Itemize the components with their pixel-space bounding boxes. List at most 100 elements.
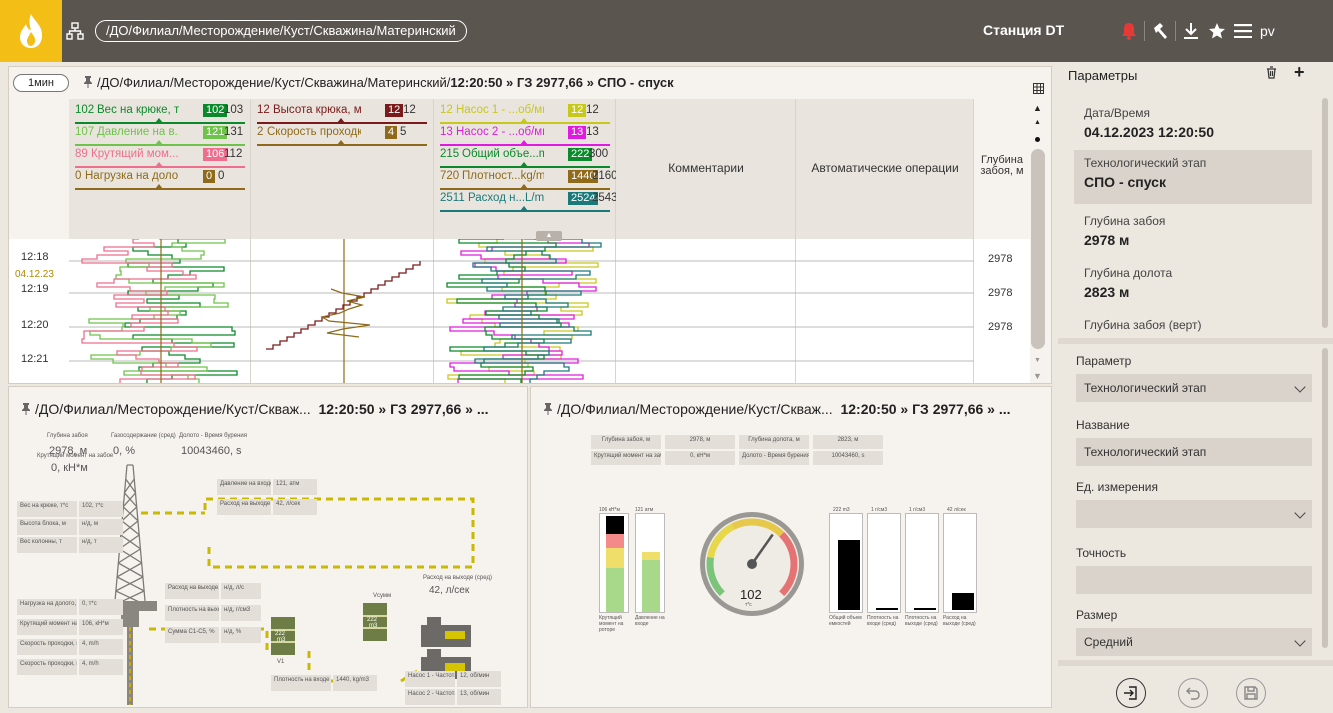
param-row[interactable]: 89Крутящий мом...кН*м106112	[75, 147, 245, 168]
scroll-top-icon[interactable]: ▲	[1033, 103, 1042, 113]
param-row[interactable]: 102Вес на крюке, т*с102103	[75, 103, 245, 124]
log-panel: 1мин /ДО/Филиал/Месторождение/Куст/Скваж…	[8, 66, 1052, 384]
collapse-header-button[interactable]: ▲	[536, 231, 562, 241]
scroll-stop-icon[interactable]	[1035, 137, 1040, 142]
diagram-label: Расход на выходе (сред)	[423, 575, 492, 581]
table-icon[interactable]	[1033, 81, 1044, 99]
tank-name: V1	[277, 659, 285, 665]
name-input[interactable]: Технологический этап	[1076, 438, 1312, 466]
log-scrollbar[interactable]	[1031, 149, 1045, 349]
param-row[interactable]: 13Насос 2 - ...об/мин1313	[440, 125, 610, 146]
bar-label: Крутящий момент на роторе	[599, 615, 624, 633]
undo-button[interactable]	[1178, 678, 1208, 708]
param-max: 103	[224, 104, 244, 116]
form-scrollbar[interactable]	[1322, 348, 1328, 648]
param-row[interactable]: 215Общий объе...m3222300	[440, 147, 610, 168]
tank-unit: m3	[369, 623, 378, 629]
menu-icon[interactable]	[1230, 18, 1256, 44]
param-tech-stage[interactable]: Технологический этап СПО - спуск	[1074, 150, 1312, 204]
scroll-up-icon[interactable]: ▲	[1034, 119, 1041, 126]
sidebar-actions	[1058, 660, 1333, 713]
scroll-down-icon[interactable]: ▼	[1034, 357, 1041, 364]
diagram-cell-label: Насос 2 - Частота ходов, об/мин	[405, 689, 455, 705]
param-row[interactable]: 107Давление на в...атм121131	[75, 125, 245, 146]
param-value: 12	[385, 104, 404, 117]
download-icon[interactable]	[1178, 18, 1204, 44]
auto-ops-title: Автоматические операции	[811, 161, 959, 175]
size-select[interactable]: Средний	[1076, 628, 1312, 656]
trash-icon[interactable]	[1266, 66, 1277, 84]
depth-value: 2978	[988, 253, 1013, 265]
param-min: 215	[440, 148, 460, 160]
param-row[interactable]: 12Насос 1 - ...об/мин1212	[440, 103, 610, 124]
diagram-cell-label: Насос 1 - Частота ходов, об/мин	[405, 671, 455, 687]
param-row[interactable]: 12 Высота крюка, м 12 12	[257, 103, 427, 124]
track-1-header: 102Вес на крюке, т*с102103107Давление на…	[69, 99, 250, 239]
interval-selector[interactable]: 1мин	[13, 74, 69, 92]
bar-label: Общий объем емкостей	[829, 615, 862, 627]
scroll-bottom-icon[interactable]: ▼	[1033, 371, 1042, 381]
diagram-label: Долото - Время бурения	[179, 433, 248, 439]
summary-cell: 2823, м	[813, 435, 883, 449]
date-label: 04.12.23	[15, 269, 54, 280]
gauge-value: 102	[740, 587, 762, 602]
diagram-cell-value: н/д, %	[221, 627, 261, 643]
param-name: Расход н...L/min	[468, 192, 544, 204]
param-max: 12	[586, 104, 599, 116]
param-min: 720	[440, 170, 460, 182]
diagram-cell-value: н/д, т	[79, 537, 123, 553]
diagram-cell-label: Скорость проходки, m/h	[17, 659, 77, 675]
chevron-down-icon	[1294, 507, 1306, 519]
breadcrumb-path[interactable]: /ДО/Филиал/Месторождение/Куст/Скважина/М…	[95, 20, 467, 42]
param-settings-form: Параметр Технологический этап Название Т…	[1058, 338, 1333, 658]
bar-fill	[838, 540, 860, 610]
pin-icon[interactable]	[83, 76, 93, 88]
param-max: 12	[403, 104, 416, 116]
summary-cell: 0, кН*м	[665, 451, 735, 465]
diagram-cell-value: 1440, kg/m3	[333, 675, 377, 691]
param-bit-depth[interactable]: Глубина долота 2823 м	[1074, 260, 1312, 306]
hierarchy-icon[interactable]	[66, 22, 84, 40]
star-icon[interactable]	[1204, 18, 1230, 44]
tank-name: Vсумм	[373, 593, 392, 599]
bell-icon[interactable]	[1116, 18, 1142, 44]
param-min: 12	[257, 104, 270, 116]
param-name: Общий объе...m3	[462, 148, 544, 160]
vertical-bar-icon	[635, 513, 665, 613]
diagram-cell-value: 4, m/h	[79, 639, 123, 655]
track-2-plot	[251, 239, 434, 383]
save-button[interactable]	[1236, 678, 1266, 708]
param-max: 2543	[592, 192, 618, 204]
param-max: 300	[589, 148, 609, 160]
station-name: Станция DT	[983, 22, 1065, 38]
param-name: Насос 1 - ...об/мин	[456, 104, 544, 116]
unit-select[interactable]	[1076, 500, 1312, 528]
param-row[interactable]: 2Скорость проходки, m/h 45	[257, 125, 427, 146]
param-row[interactable]: 0Нагрузка на доло...т*с00	[75, 169, 245, 190]
param-value-badge: 12	[385, 104, 404, 117]
add-icon[interactable]: +	[1294, 62, 1305, 83]
unit-label: Ед. измерения	[1076, 480, 1158, 494]
precision-label: Точность	[1076, 546, 1127, 560]
track-3: 12Насос 1 - ...об/мин121213Насос 2 - ...…	[434, 99, 618, 383]
hammer-icon[interactable]	[1147, 18, 1173, 44]
flame-logo-icon[interactable]	[0, 0, 62, 62]
precision-input[interactable]	[1076, 566, 1312, 594]
param-row[interactable]: 2511Расход н...L/min25242543	[440, 191, 618, 212]
chevron-down-icon	[1294, 381, 1306, 393]
param-depth[interactable]: Глубина забоя 2978 м	[1074, 208, 1312, 254]
depth-value: 2978	[988, 287, 1013, 299]
param-row[interactable]: 720 Плотност...kg/m3 1440 2160	[440, 169, 618, 190]
param-min: 107	[75, 126, 95, 138]
exit-button[interactable]	[1116, 678, 1146, 708]
param-min: 89	[75, 148, 88, 160]
size-label: Размер	[1076, 608, 1118, 622]
diagram-cell-label: Нагрузка на долото, т*с	[17, 599, 77, 615]
param-marker	[520, 118, 528, 123]
summary-cell: 10043460, s	[813, 451, 883, 465]
sidebar-scrollbar[interactable]	[1322, 98, 1328, 328]
param-vert-depth[interactable]: Глубина забоя (верт)	[1074, 312, 1312, 334]
user-name[interactable]: pv	[1260, 23, 1275, 39]
param-datetime[interactable]: Дата/Время 04.12.2023 12:20:50	[1074, 100, 1312, 146]
param-select[interactable]: Технологический этап	[1076, 374, 1312, 402]
